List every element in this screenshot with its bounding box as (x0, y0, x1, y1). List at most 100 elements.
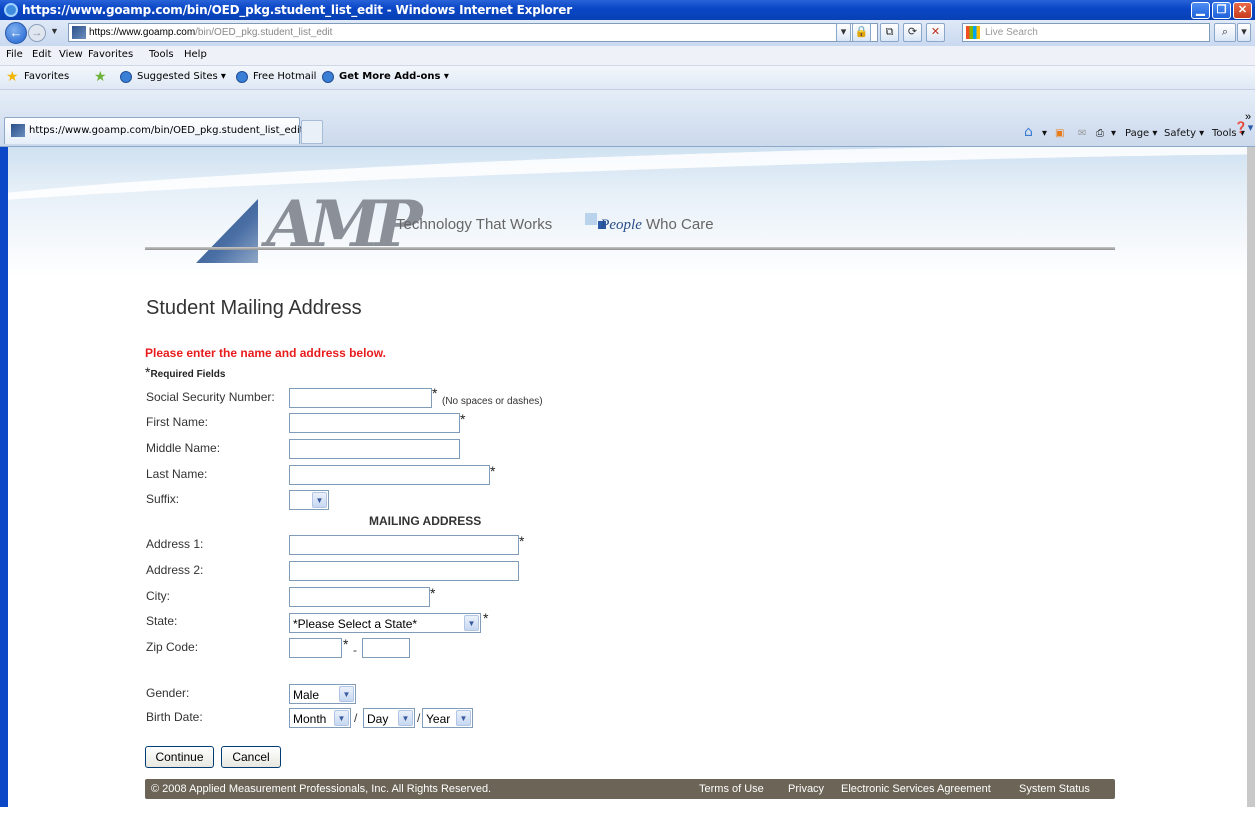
continue-button[interactable]: Continue (145, 746, 214, 768)
tab-active[interactable]: https://www.goamp.com/bin/OED_pkg.studen… (4, 117, 304, 144)
print-dropdown-icon[interactable]: ▾ (1111, 128, 1116, 139)
address-dropdown-icon[interactable]: ▾ (836, 23, 851, 42)
menu-favorites[interactable]: Favorites (88, 49, 133, 60)
menu-help[interactable]: Help (184, 49, 207, 60)
system-status-link[interactable]: System Status (1019, 783, 1090, 795)
ssn-input[interactable] (289, 388, 432, 408)
amp-logo: AMP (266, 187, 423, 262)
zip-label: Zip Code: (146, 640, 199, 654)
birth-month-select[interactable]: Month ▼ (289, 708, 351, 728)
zip-plus4-input[interactable] (362, 638, 410, 658)
first-name-label: First Name: (146, 415, 209, 429)
instruction-text: Please enter the name and address below. (145, 346, 386, 360)
menu-bar: File Edit View Favorites Tools Help (0, 46, 1255, 66)
zip-separator: - (353, 643, 357, 657)
address2-label: Address 2: (146, 563, 204, 577)
state-select[interactable]: *Please Select a State* ▼ (289, 613, 481, 633)
address-input[interactable]: https://www.goamp.com/bin/OED_pkg.studen… (68, 23, 878, 42)
free-hotmail-link[interactable]: Free Hotmail (253, 71, 316, 82)
chevron-down-icon: ▼ (456, 710, 471, 726)
menu-view[interactable]: View (59, 49, 83, 60)
chevron-down-icon: ▼ (334, 710, 349, 726)
suggested-sites-icon (120, 71, 132, 83)
stop-icon[interactable]: ✕ (926, 23, 945, 42)
page-menu[interactable]: Page ▾ (1125, 128, 1157, 139)
city-required-mark: * (430, 585, 436, 601)
maximize-button[interactable]: ❐ (1212, 2, 1231, 19)
state-label: State: (146, 614, 178, 628)
birth-day-select[interactable]: Day ▼ (363, 708, 415, 728)
menu-edit[interactable]: Edit (32, 49, 51, 60)
header-banner: AMP Technology That Works People Who Care (8, 147, 1247, 277)
minimize-button[interactable]: ▁ (1191, 2, 1210, 19)
new-tab-button[interactable] (301, 120, 323, 144)
menu-file[interactable]: File (6, 49, 23, 60)
menu-tools[interactable]: Tools (149, 49, 174, 60)
lock-icon[interactable]: 🔒 (852, 23, 871, 42)
last-name-required-mark: * (490, 463, 496, 479)
forward-button[interactable]: → (28, 24, 46, 42)
ssn-required-mark: * (432, 385, 438, 401)
search-input[interactable]: Live Search (962, 23, 1210, 42)
mailing-address-heading: MAILING ADDRESS (369, 514, 482, 528)
window-title-bar: https://www.goamp.com/bin/OED_pkg.studen… (0, 0, 1255, 20)
first-name-required-mark: * (460, 411, 466, 427)
tab-label: https://www.goamp.com/bin/OED_pkg.studen… (29, 125, 304, 136)
tab-favicon-icon (11, 124, 25, 137)
middle-name-input[interactable] (289, 439, 460, 459)
privacy-link[interactable]: Privacy (788, 783, 824, 795)
state-required-mark: * (483, 610, 489, 626)
year-value: Year (426, 712, 451, 726)
search-icon[interactable]: ⌕ (1214, 23, 1236, 42)
first-name-input[interactable] (289, 413, 460, 433)
search-placeholder: Live Search (985, 27, 1038, 38)
last-name-input[interactable] (289, 465, 490, 485)
copyright-text: © 2008 Applied Measurement Professionals… (151, 783, 492, 795)
compatibility-view-icon[interactable]: ⧉ (880, 23, 899, 42)
birth-year-select[interactable]: Year ▼ (422, 708, 473, 728)
electronic-services-agreement-link[interactable]: Electronic Services Agreement (841, 783, 991, 795)
read-mail-icon[interactable]: ✉ (1078, 128, 1086, 139)
home-dropdown-icon[interactable]: ▾ (1042, 128, 1047, 139)
date-separator: / (417, 711, 421, 725)
suffix-label: Suffix: (146, 492, 180, 506)
footer-bar: © 2008 Applied Measurement Professionals… (145, 779, 1115, 799)
favorites-button[interactable]: Favorites (24, 71, 69, 82)
home-icon[interactable]: ⌂ (1024, 124, 1033, 140)
terms-of-use-link[interactable]: Terms of Use (699, 783, 764, 795)
window-scroll-edge (1247, 147, 1255, 807)
gender-select[interactable]: Male ▼ (289, 684, 356, 704)
add-favorite-icon[interactable]: ★ (94, 68, 107, 85)
address-url: https://www.goamp.com/bin/OED_pkg.studen… (89, 27, 333, 38)
back-button[interactable]: ← (5, 22, 27, 44)
safety-menu[interactable]: Safety ▾ (1164, 128, 1204, 139)
gender-value: Male (293, 688, 320, 702)
ie-icon (4, 3, 18, 17)
suffix-select[interactable]: ▼ (289, 490, 329, 510)
favorites-star-icon: ★ (6, 68, 19, 84)
page-title: Student Mailing Address (146, 297, 362, 319)
cancel-button[interactable]: Cancel (221, 746, 281, 768)
zip-input[interactable] (289, 638, 342, 658)
middle-name-label: Middle Name: (146, 441, 221, 455)
address1-required-mark: * (519, 533, 525, 549)
page-content: AMP Technology That Works People Who Care… (8, 147, 1247, 831)
recent-pages-dropdown-icon[interactable]: ▼ (50, 26, 59, 36)
suggested-sites-link[interactable]: Suggested Sites ▾ (137, 71, 226, 82)
print-icon[interactable]: ⎙ (1096, 128, 1104, 139)
get-more-addons-link[interactable]: Get More Add-ons ▾ (339, 71, 449, 82)
address1-input[interactable] (289, 535, 519, 555)
feeds-icon[interactable]: ▣ (1055, 128, 1064, 139)
birth-date-label: Birth Date: (146, 710, 203, 724)
ssn-label: Social Security Number: (146, 390, 275, 404)
close-window-button[interactable]: ✕ (1233, 2, 1252, 19)
favorites-bar: ★ Favorites ★ Suggested Sites ▾ Free Hot… (0, 66, 1255, 90)
address2-input[interactable] (289, 561, 519, 581)
refresh-icon[interactable]: ⟳ (903, 23, 922, 42)
window-left-border (0, 147, 8, 807)
search-options-icon[interactable]: ▾ (1237, 23, 1251, 42)
city-input[interactable] (289, 587, 430, 607)
zip-required-mark: * (343, 636, 349, 652)
gender-label: Gender: (146, 686, 190, 700)
more-commands-icon[interactable]: » (1245, 111, 1251, 123)
